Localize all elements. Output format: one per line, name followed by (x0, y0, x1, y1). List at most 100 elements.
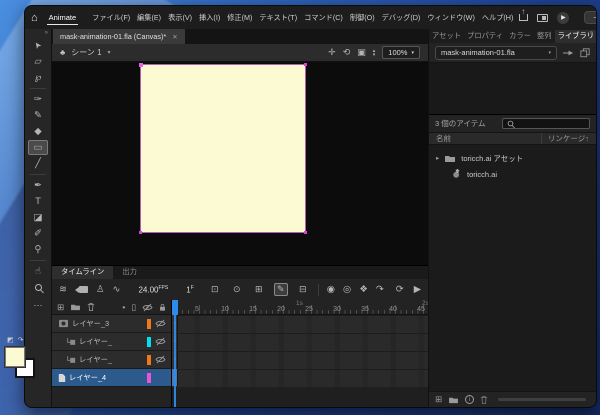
pin-library-icon[interactable] (562, 49, 575, 57)
horizontal-scrollbar[interactable] (498, 398, 586, 401)
layer-name[interactable]: レイヤー_4 (69, 373, 144, 383)
pen-tool[interactable]: ✒ (28, 178, 48, 193)
properties-button[interactable]: i (465, 395, 475, 404)
tab-color[interactable]: カラー (506, 30, 534, 43)
onion-skin-outline-icon[interactable]: ◎ (343, 284, 351, 295)
remove-frame-button[interactable]: ⊟ (296, 283, 310, 296)
line-tool[interactable]: ╱ (28, 156, 48, 171)
new-folder-button[interactable] (448, 396, 459, 404)
asset-warp-tool[interactable]: ⚲ (28, 242, 48, 257)
selection-handle[interactable] (139, 63, 143, 67)
loop-icon[interactable]: ⟳ (396, 284, 404, 295)
insert-keyframe-button[interactable]: ⊡ (208, 283, 222, 296)
paint-bucket-tool[interactable]: ◪ (28, 210, 48, 225)
layer-name[interactable]: レイヤー_ (79, 355, 144, 365)
tab-assets[interactable]: アセット (429, 30, 464, 43)
zoom-tool[interactable] (28, 280, 48, 295)
classic-brush-tool[interactable]: ✎ (28, 108, 48, 123)
add-folder-button[interactable] (70, 303, 81, 311)
layer-hidden-icon[interactable] (154, 355, 167, 364)
tab-align[interactable]: 整列 (534, 30, 555, 43)
camera-icon[interactable] (74, 286, 88, 293)
new-library-panel-icon[interactable] (580, 47, 590, 58)
panel-collapse-icon[interactable]: » (590, 30, 593, 36)
eyedropper-tool[interactable]: ✐ (28, 226, 48, 241)
frame-rows[interactable] (172, 315, 428, 407)
menu-window[interactable]: ウィンドウ(W) (426, 11, 476, 25)
default-colors-icon[interactable]: ◩ (7, 336, 14, 344)
layer-color-chip[interactable] (147, 372, 151, 383)
onion-skin-icon[interactable]: ◉ (327, 284, 335, 295)
lock-column-icon[interactable] (159, 303, 166, 312)
menu-insert[interactable]: 挿入(I) (198, 11, 221, 25)
menu-help[interactable]: ヘルプ(H) (481, 11, 515, 25)
minimize-button[interactable]: ─ (589, 13, 596, 22)
add-layer-button[interactable]: ⊞ (57, 302, 64, 313)
layer-row-selected[interactable]: レイヤー_4 (52, 369, 171, 387)
library-item-row[interactable]: toricch.ai (429, 166, 596, 182)
layer-hidden-icon[interactable] (154, 337, 167, 346)
hand-tool[interactable]: ☝ (28, 264, 48, 279)
menu-edit[interactable]: 編集(E) (136, 11, 162, 25)
toolbar-collapse-icon[interactable]: » (45, 30, 51, 37)
tab-output[interactable]: 出力 (113, 266, 146, 279)
expander-icon[interactable]: ▸ (436, 154, 439, 162)
frames-grid[interactable]: 5 10 15 20 25 30 35 40 45 1s 2s (172, 300, 428, 407)
library-document-select[interactable]: mask-animation-01.fla ▾ (435, 45, 557, 60)
workspace-icon[interactable] (537, 13, 549, 22)
menu-text[interactable]: テキスト(T) (258, 11, 298, 25)
insert-frame-button[interactable]: ⊞ (252, 283, 266, 296)
home-icon[interactable]: ⌂ (31, 12, 38, 24)
zoom-stepper[interactable]: ▴ ▾ (373, 48, 376, 57)
visibility-column-icon[interactable] (142, 303, 153, 312)
eraser-tool[interactable]: ◆ (28, 124, 48, 139)
scene-dropdown-icon[interactable]: ▾ (108, 49, 111, 56)
selection-handle[interactable] (139, 231, 142, 234)
layer-color-chip[interactable] (147, 336, 151, 347)
menu-commands[interactable]: コマンド(C) (303, 11, 344, 25)
selection-handle[interactable] (304, 63, 307, 66)
delete-button[interactable] (480, 395, 488, 405)
fluid-brush-tool[interactable]: ✑ (28, 92, 48, 107)
selection-handle[interactable] (304, 231, 307, 234)
outline-column-icon[interactable]: ▯ (131, 302, 136, 313)
swap-colors-icon[interactable]: ↷ (18, 336, 24, 344)
library-folder-row[interactable]: ▸ toricch.ai アセット (429, 150, 596, 166)
play-icon[interactable]: ▶ (414, 284, 421, 295)
menu-file[interactable]: ファイル(F) (91, 11, 131, 25)
selection-tool[interactable]: ➤ (28, 38, 48, 53)
create-tween-icon[interactable]: ↷ (376, 284, 384, 295)
clip-content-icon[interactable]: ▣ (357, 47, 366, 58)
tab-close-icon[interactable]: ✕ (172, 33, 177, 41)
step-down-icon[interactable]: ▾ (373, 52, 376, 57)
playhead-handle[interactable] (172, 300, 178, 315)
text-tool[interactable]: T (28, 194, 48, 209)
layer-name[interactable]: レイヤー_ (79, 337, 144, 347)
library-item-label[interactable]: toricch.ai (467, 170, 497, 179)
document-tab[interactable]: mask-animation-01.fla (Canvas)* ✕ (53, 29, 185, 44)
layer-hidden-icon[interactable] (154, 319, 167, 328)
layer-name[interactable]: レイヤー_3 (72, 319, 144, 329)
menu-view[interactable]: 表示(V) (167, 11, 193, 25)
layer-row-masked[interactable]: レイヤー_ (52, 351, 171, 369)
rectangle-tool[interactable]: ▭ (28, 140, 48, 155)
rotate-stage-icon[interactable]: ⟲ (343, 47, 351, 58)
parent-view-icon[interactable]: ♙ (96, 284, 105, 295)
layer-color-chip[interactable] (147, 354, 151, 365)
layer-row-mask[interactable]: レイヤー_3 (52, 315, 171, 333)
playhead-line[interactable] (174, 315, 176, 407)
column-name[interactable]: 名前 (436, 133, 451, 144)
delete-layer-button[interactable] (87, 302, 95, 312)
test-movie-button[interactable]: ▶ (557, 11, 570, 24)
center-stage-icon[interactable]: ✛ (328, 47, 336, 58)
library-search-input[interactable] (502, 118, 590, 129)
scene-label[interactable]: シーン 1 (71, 47, 101, 58)
timeline-ruler[interactable]: 5 10 15 20 25 30 35 40 45 1s 2s (172, 300, 428, 315)
fps-value[interactable]: 24.00FPS (138, 285, 168, 295)
edit-multiple-frames-icon[interactable]: ❖ (359, 284, 368, 295)
insert-blank-keyframe-button[interactable]: ⊙ (230, 283, 244, 296)
layers-stack-icon[interactable]: ≋ (59, 284, 67, 295)
tab-timeline[interactable]: タイムライン (52, 266, 114, 279)
layer-row-masked[interactable]: レイヤー_ (52, 333, 171, 351)
lasso-tool[interactable]: ℘ (28, 70, 48, 85)
